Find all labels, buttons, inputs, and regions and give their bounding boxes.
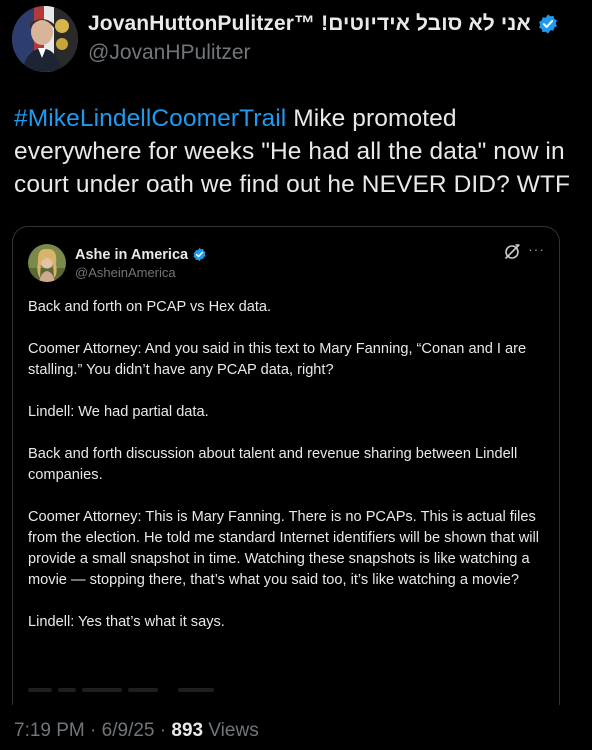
tweet-author[interactable]: JovanHuttonPulitzer™ !אני לא סובל אידיוט… [12, 6, 559, 72]
meta-separator: · [84, 720, 102, 741]
quote-paragraph: Back and forth discussion about talent a… [28, 446, 518, 483]
quote-display-name[interactable]: Ashe in America [75, 247, 188, 263]
tweet-date[interactable]: 6/9/25 [102, 720, 155, 741]
views-count[interactable]: 893 [171, 720, 203, 741]
grok-icon[interactable] [503, 243, 521, 261]
quote-author[interactable]: Ashe in America @AsheinAmerica [28, 244, 207, 282]
author-handle[interactable]: @JovanHPulitzer [88, 41, 559, 65]
more-icon[interactable]: ··· [528, 241, 545, 257]
quote-avatar[interactable] [28, 244, 66, 282]
quote-paragraph: Coomer Attorney: And you said in this te… [28, 341, 527, 378]
avatar[interactable] [12, 6, 78, 72]
quote-paragraph: Lindell: We had partial data. [28, 404, 209, 420]
quote-paragraph: Coomer Attorney: This is Mary Fanning. T… [28, 509, 540, 588]
quoted-tweet-card[interactable]: Ashe in America @AsheinAmerica ··· Back … [12, 226, 560, 705]
meta-separator: · [154, 720, 172, 741]
tweet-screen: JovanHuttonPulitzer™ !אני לא סובל אידיוט… [0, 0, 592, 750]
hashtag-link[interactable]: #MikeLindellCoomerTrail [14, 105, 286, 132]
quote-verified-icon [192, 247, 207, 262]
tweet-time[interactable]: 7:19 PM [14, 720, 85, 741]
quote-text: Back and forth on PCAP vs Hex data. Coom… [28, 297, 548, 654]
quote-paragraph: Lindell: Yes that’s what it says. [28, 614, 225, 630]
author-display-name[interactable]: JovanHuttonPulitzer™ !אני לא סובל אידיוט… [88, 12, 531, 36]
quote-faded-timestamp [28, 684, 218, 696]
quote-paragraph: Back and forth on PCAP vs Hex data. [28, 299, 272, 315]
tweet-text: #MikeLindellCoomerTrail Mike promoted ev… [14, 102, 584, 201]
quote-handle[interactable]: @AsheinAmerica [75, 265, 207, 280]
views-label: Views [203, 720, 259, 741]
verified-icon [537, 13, 559, 35]
tweet-meta: 7:19 PM · 6/9/25 · 893 Views [14, 720, 259, 742]
